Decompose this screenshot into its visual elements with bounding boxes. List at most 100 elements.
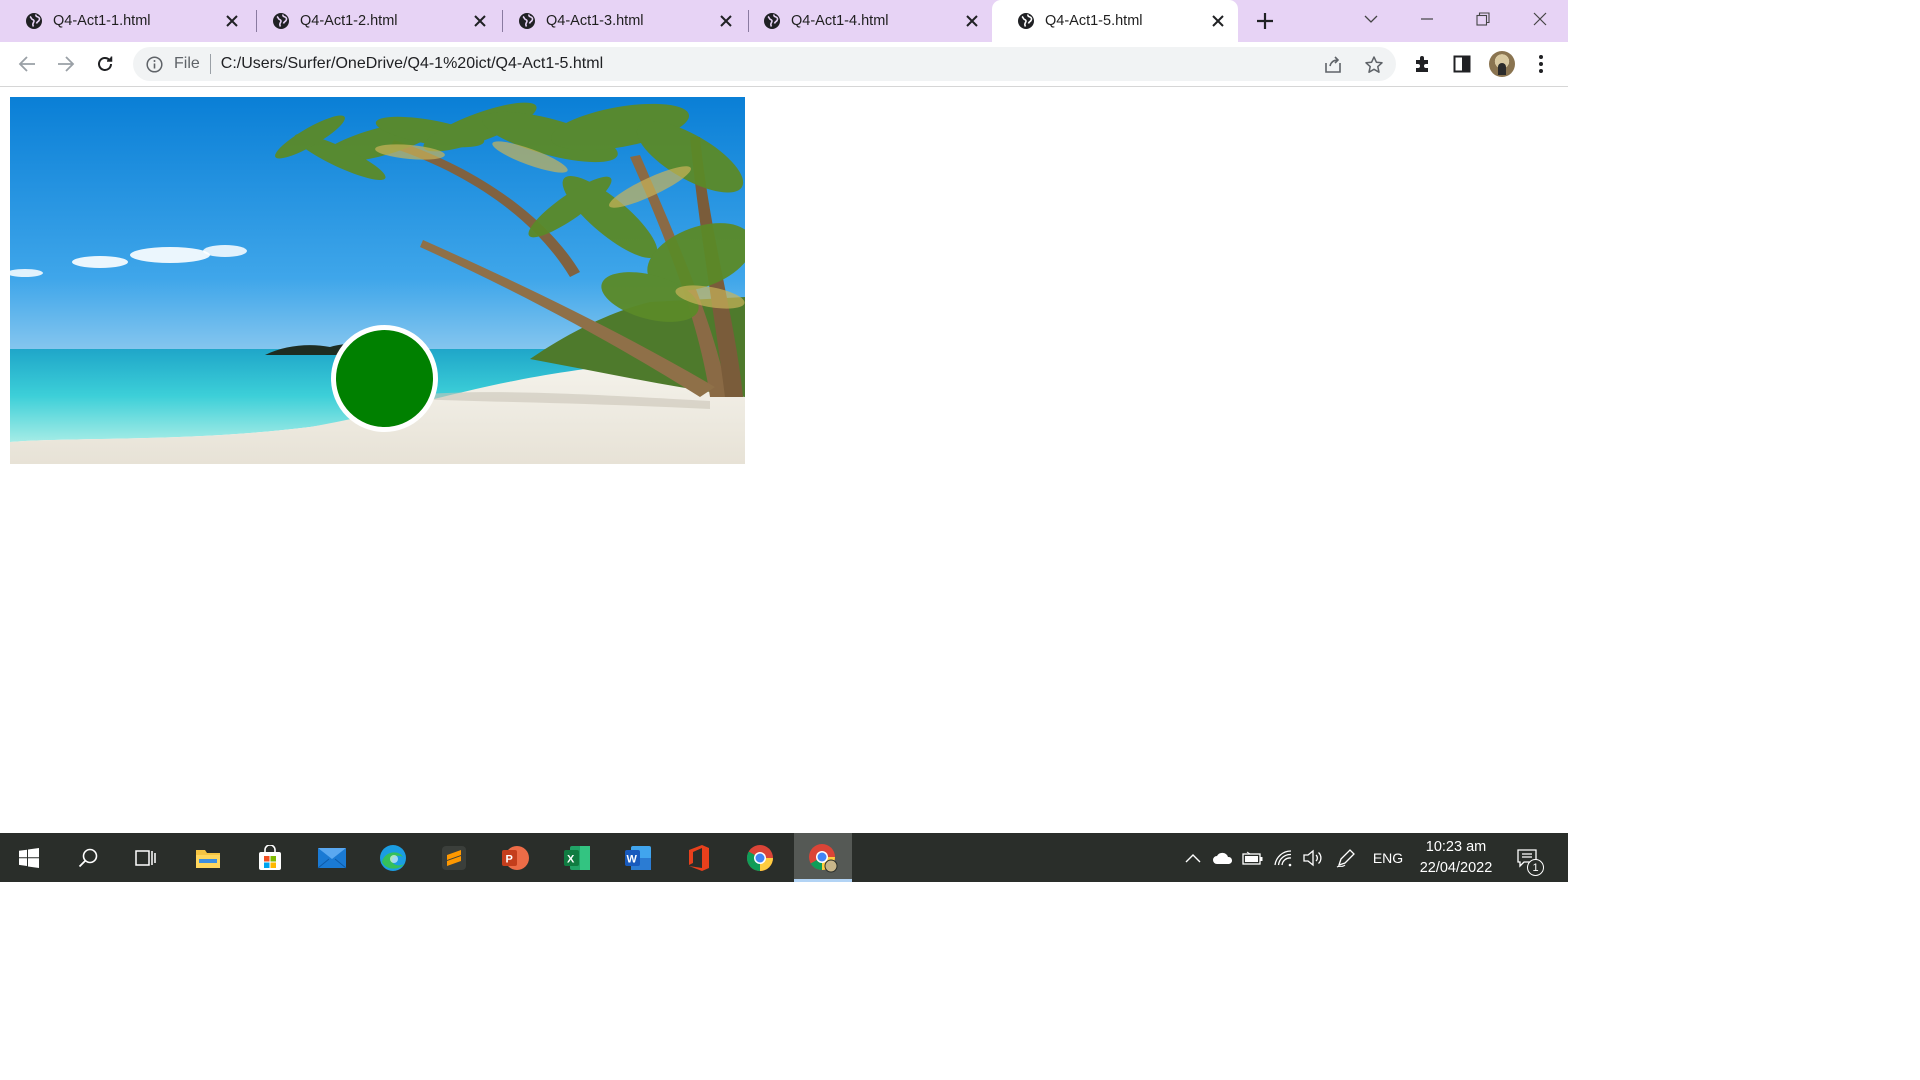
- chevron-up-icon: [1185, 853, 1201, 862]
- star-icon[interactable]: [1364, 55, 1384, 75]
- chrome-icon: [746, 844, 773, 871]
- page-content: [0, 88, 1568, 833]
- clock[interactable]: 10:23 am 22/04/2022: [1410, 837, 1502, 879]
- speaker-icon: [1303, 849, 1322, 866]
- pen-icon: [1336, 848, 1355, 867]
- battery-icon: [1242, 851, 1263, 865]
- restore-button[interactable]: [1455, 0, 1511, 38]
- word-icon: W: [625, 845, 651, 870]
- green-circle: [331, 325, 438, 432]
- forward-button[interactable]: [52, 50, 80, 78]
- reload-button[interactable]: [91, 50, 119, 78]
- restore-icon: [1476, 12, 1490, 26]
- globe-icon: [26, 13, 42, 29]
- windows-logo-icon: [19, 847, 39, 868]
- svg-text:P: P: [506, 853, 513, 865]
- arrow-right-icon: [58, 56, 75, 72]
- file-explorer-app[interactable]: [179, 833, 237, 882]
- search-button[interactable]: [59, 833, 117, 882]
- svg-text:X: X: [567, 853, 575, 865]
- windows-taskbar: P X W ENG 10:23 am 22/04/2022: [0, 833, 1568, 882]
- menu-button[interactable]: [1530, 53, 1552, 75]
- chevron-down-icon: [1364, 15, 1378, 23]
- tab-q4-act1-1[interactable]: Q4-Act1-1.html: [0, 0, 252, 42]
- kebab-menu-icon: [1539, 55, 1543, 73]
- globe-icon: [1018, 13, 1034, 29]
- start-button[interactable]: [0, 833, 58, 882]
- chrome-app[interactable]: [731, 833, 789, 882]
- office-icon: [689, 844, 709, 871]
- tab-title: Q4-Act1-3.html: [546, 13, 644, 29]
- close-icon[interactable]: [1210, 13, 1226, 29]
- show-hidden-icons-button[interactable]: [1181, 833, 1205, 882]
- volume-tray-button[interactable]: [1299, 833, 1325, 882]
- sublime-text-app[interactable]: [425, 833, 483, 882]
- onedrive-tray-button[interactable]: [1210, 833, 1236, 882]
- task-view-icon: [135, 849, 156, 866]
- close-icon[interactable]: [964, 13, 980, 29]
- language-label: ENG: [1372, 849, 1404, 866]
- side-panel-button[interactable]: [1451, 53, 1473, 75]
- tab-title: Q4-Act1-5.html: [1045, 13, 1143, 29]
- clock-time: 10:23 am: [1425, 839, 1487, 855]
- pen-tray-button[interactable]: [1333, 833, 1359, 882]
- close-icon[interactable]: [224, 13, 240, 29]
- close-icon[interactable]: [472, 13, 488, 29]
- globe-icon: [273, 13, 289, 29]
- puzzle-icon: [1416, 56, 1428, 72]
- profile-avatar[interactable]: [1489, 51, 1515, 77]
- address-bar[interactable]: File C:/Users/Surfer/OneDrive/Q4-1%20ict…: [133, 47, 1396, 81]
- globe-icon: [519, 13, 535, 29]
- address-divider: [209, 54, 211, 74]
- search-icon: [78, 848, 98, 867]
- network-tray-button[interactable]: [1270, 833, 1296, 882]
- globe-icon: [764, 13, 780, 29]
- chrome-icon: [809, 843, 838, 872]
- extensions-button[interactable]: [1412, 53, 1434, 75]
- powerpoint-app[interactable]: P: [486, 833, 544, 882]
- plus-icon: [1257, 13, 1273, 29]
- reload-icon: [98, 56, 113, 71]
- mail-icon: [317, 847, 347, 868]
- scheme-label: File: [174, 55, 200, 72]
- minimize-icon: [1421, 18, 1433, 20]
- edge-icon: [380, 844, 406, 871]
- new-tab-button[interactable]: [1252, 8, 1278, 34]
- language-indicator[interactable]: ENG: [1368, 833, 1408, 882]
- word-app[interactable]: W: [609, 833, 667, 882]
- excel-app[interactable]: X: [548, 833, 606, 882]
- office-app[interactable]: [670, 833, 728, 882]
- microsoft-store-app[interactable]: [241, 833, 299, 882]
- url-text[interactable]: C:/Users/Surfer/OneDrive/Q4-1%20ict/Q4-A…: [221, 55, 603, 73]
- back-button[interactable]: [13, 50, 41, 78]
- excel-icon: X: [564, 845, 590, 870]
- close-icon: [1533, 12, 1547, 26]
- tab-title: Q4-Act1-1.html: [53, 13, 151, 29]
- mail-app[interactable]: [303, 833, 361, 882]
- tab-q4-act1-2[interactable]: Q4-Act1-2.html: [247, 0, 500, 42]
- edge-app[interactable]: [364, 833, 422, 882]
- info-icon[interactable]: [146, 55, 163, 73]
- notification-badge: 1: [1527, 859, 1544, 876]
- tab-q4-act1-3[interactable]: Q4-Act1-3.html: [493, 0, 746, 42]
- task-view-button[interactable]: [117, 833, 175, 882]
- tab-title: Q4-Act1-4.html: [791, 13, 889, 29]
- tab-q4-act1-5[interactable]: Q4-Act1-5.html: [992, 0, 1238, 42]
- close-window-button[interactable]: [1512, 0, 1568, 38]
- battery-tray-button[interactable]: [1240, 833, 1266, 882]
- chrome-profile-app[interactable]: [794, 833, 852, 882]
- clock-date: 22/04/2022: [1419, 860, 1493, 876]
- tab-q4-act1-4[interactable]: Q4-Act1-4.html: [738, 0, 992, 42]
- cloud-icon: [1213, 852, 1233, 864]
- browser-toolbar: File C:/Users/Surfer/OneDrive/Q4-1%20ict…: [0, 42, 1568, 87]
- tab-search-button[interactable]: [1343, 0, 1399, 38]
- arrow-left-icon: [18, 56, 35, 72]
- sublime-text-icon: [442, 845, 466, 870]
- powerpoint-icon: P: [502, 845, 529, 870]
- minimize-button[interactable]: [1399, 0, 1455, 38]
- share-icon[interactable]: [1323, 55, 1343, 75]
- tab-strip: Q4-Act1-1.html Q4-Act1-2.html Q4-Act1-3.…: [0, 0, 1568, 42]
- svg-text:W: W: [627, 853, 638, 865]
- close-icon[interactable]: [718, 13, 734, 29]
- browser-window: Q4-Act1-1.html Q4-Act1-2.html Q4-Act1-3.…: [0, 0, 1568, 882]
